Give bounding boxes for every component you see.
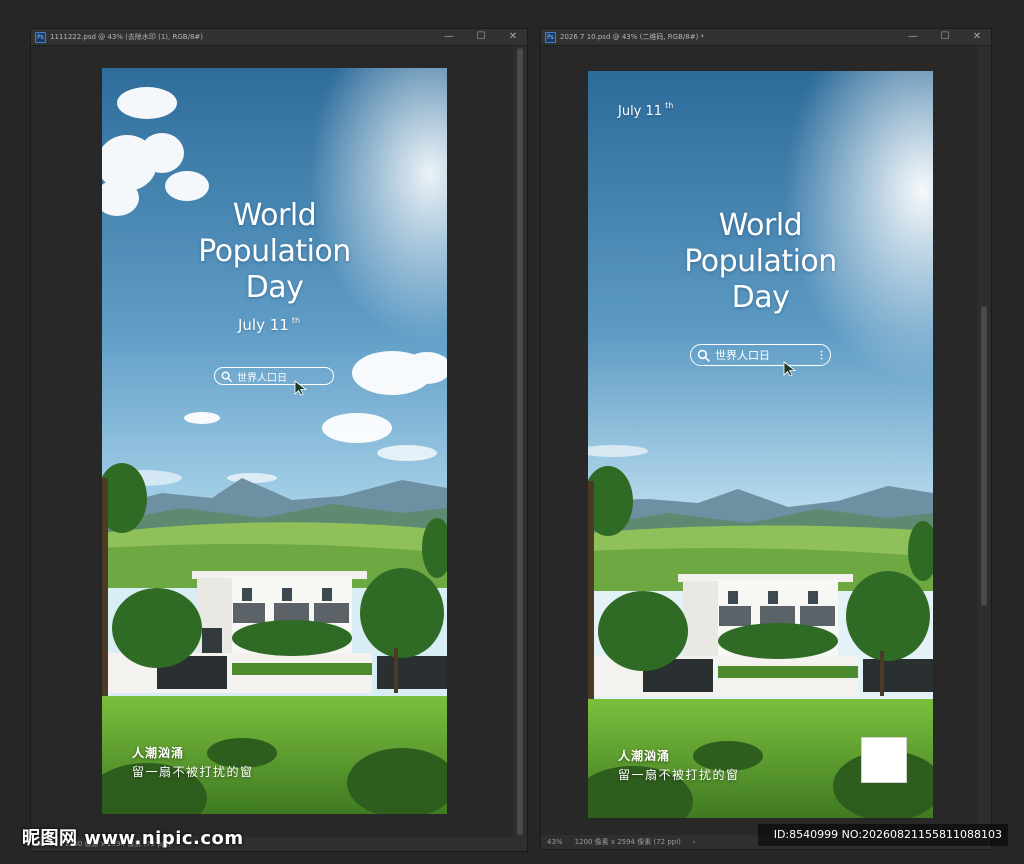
search-icon: [697, 349, 710, 362]
close-button[interactable]: ✕: [497, 29, 529, 45]
photoshop-doc-icon: Ps: [35, 31, 46, 43]
title-line: World: [718, 208, 803, 243]
poster-canvas-left: World Population Day July 11th 世界人口日 人潮汹…: [102, 68, 447, 814]
vertical-scrollbar[interactable]: [977, 46, 991, 835]
slogan-line-1: 人潮汹涌: [618, 749, 671, 763]
document-size: 1200 像素 x 2594 像素 (72 ppi): [574, 838, 681, 846]
date-text: July 11: [618, 104, 663, 119]
document-title: 2026 7 10.psd @ 43% (二维码, RGB/8#) *: [560, 33, 705, 41]
search-label: 世界人口日: [237, 372, 287, 384]
slogan-line-2: 留一扇不被打扰的窗: [618, 768, 740, 782]
date-suffix: th: [665, 101, 674, 110]
id-watermark: ID:8540999 NO:20260821155811088103: [758, 824, 1008, 846]
date-label: July 11th: [238, 316, 300, 334]
minimize-button[interactable]: —: [897, 29, 929, 45]
cursor-arrow-icon: [294, 380, 308, 396]
search-bar: 世界人口日: [690, 344, 831, 366]
zoom-level[interactable]: 43%: [547, 835, 563, 849]
search-bar: 世界人口日: [214, 367, 334, 385]
close-button[interactable]: ✕: [961, 29, 993, 45]
maximize-button[interactable]: ☐: [465, 29, 497, 45]
title-line: Day: [731, 280, 790, 315]
poster-background-scene: [588, 71, 933, 818]
status-expand-arrow[interactable]: ›: [693, 835, 696, 849]
minimize-button[interactable]: —: [433, 29, 465, 45]
window-controls: — ☐ ✕: [897, 29, 993, 45]
cursor-arrow-icon: [783, 361, 797, 377]
document-title: 1111222.psd @ 43% (去除水印 (1), RGB/8#): [50, 33, 203, 41]
vertical-scrollbar[interactable]: [513, 46, 527, 837]
poster-canvas-right: July 11th World Population Day 世界人口日 人潮汹…: [588, 71, 933, 818]
window-controls: — ☐ ✕: [433, 29, 529, 45]
poster-background-scene: [102, 68, 447, 814]
maximize-button[interactable]: ☐: [929, 29, 961, 45]
site-watermark: 昵图网 www.nipic.com: [22, 828, 244, 849]
date-label: July 11th: [618, 101, 673, 119]
scrollbar-thumb[interactable]: [981, 306, 987, 606]
date-text: July 11: [238, 316, 289, 334]
poster-title: World Population Day: [102, 198, 447, 306]
date-suffix: th: [291, 316, 301, 325]
qr-code-placeholder: [861, 737, 907, 783]
search-label: 世界人口日: [715, 349, 770, 362]
title-line: Population: [684, 244, 837, 279]
title-line: Population: [198, 234, 351, 269]
title-line: World: [232, 198, 317, 233]
search-icon: [221, 371, 232, 382]
scrollbar-thumb[interactable]: [517, 48, 523, 835]
slogan-line-1: 人潮汹涌: [132, 746, 185, 760]
title-line: Day: [245, 270, 304, 305]
poster-title: World Population Day: [588, 208, 933, 316]
slogan: 人潮汹涌 留一扇不被打扰的窗: [618, 747, 740, 783]
slogan: 人潮汹涌 留一扇不被打扰的窗: [132, 744, 254, 780]
more-dots-icon: [820, 350, 823, 360]
photoshop-doc-icon: Ps: [545, 31, 556, 43]
slogan-line-2: 留一扇不被打扰的窗: [132, 765, 254, 779]
